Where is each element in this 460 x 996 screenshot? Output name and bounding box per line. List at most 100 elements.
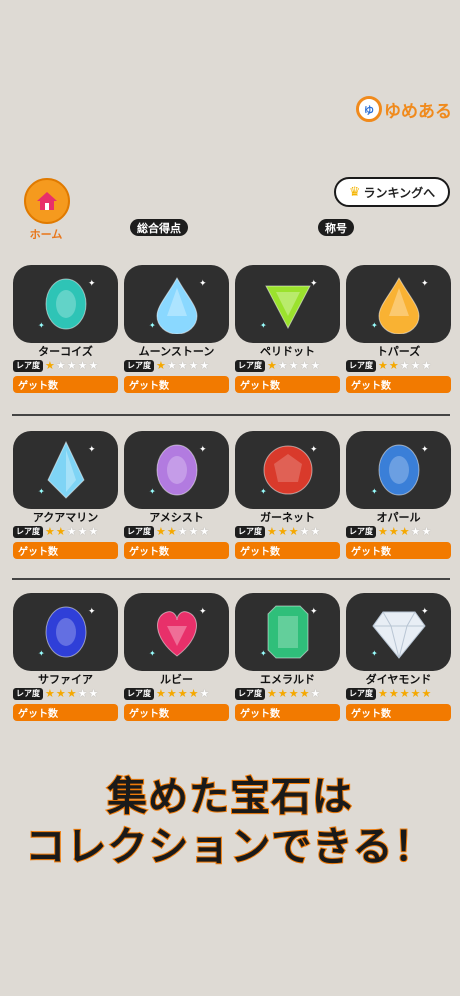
gem-card[interactable]: ✦ ✦ ルビー レア度 ★ ★ ★ ★ ★ ゲット数	[124, 593, 229, 721]
gem-card[interactable]: ✦ ✦ ターコイズ レア度 ★ ★ ★ ★ ★ ゲット数	[13, 265, 118, 393]
svg-text:✦: ✦	[310, 607, 318, 617]
gem-card[interactable]: ✦ ✦ アメシスト レア度 ★ ★ ★ ★ ★ ゲット数	[124, 431, 229, 559]
star-icon: ★	[45, 525, 55, 538]
rarity-row: レア度 ★ ★ ★ ★ ★	[235, 687, 340, 701]
star-icon: ★	[88, 359, 99, 372]
svg-text:✦: ✦	[88, 607, 96, 617]
gem-card[interactable]: ✦ ✦ ダイヤモンド レア度 ★ ★ ★ ★ ★ ゲット数	[346, 593, 451, 721]
rarity-row: レア度 ★ ★ ★ ★ ★	[235, 359, 340, 373]
star-icon: ★	[378, 359, 388, 372]
rarity-label: レア度	[235, 526, 265, 538]
app-logo: ゆ ゆめある	[356, 96, 452, 122]
star-icon: ★	[45, 687, 55, 700]
gem-name: ルビー	[160, 673, 193, 686]
star-icon: ★	[177, 359, 188, 372]
star-icon: ★	[388, 359, 399, 372]
gem-card[interactable]: ✦ ✦ サファイア レア度 ★ ★ ★ ★ ★ ゲット数	[13, 593, 118, 721]
gem-card[interactable]: ✦ ✦ ペリドット レア度 ★ ★ ★ ★ ★ ゲット数	[235, 265, 340, 393]
rarity-stars: ★ ★ ★ ★ ★	[156, 360, 209, 372]
gem-card[interactable]: ✦ ✦ ガーネット レア度 ★ ★ ★ ★ ★ ゲット数	[235, 431, 340, 559]
home-icon	[24, 178, 70, 224]
svg-text:✦: ✦	[310, 279, 318, 289]
gem-image: ✦ ✦	[346, 431, 451, 509]
home-button[interactable]: ホーム	[24, 178, 70, 242]
rarity-stars: ★ ★ ★ ★ ★	[267, 360, 320, 372]
svg-text:✦: ✦	[149, 321, 156, 330]
rarity-stars: ★ ★ ★ ★ ★	[45, 360, 98, 372]
star-icon: ★	[88, 525, 99, 538]
star-icon: ★	[188, 687, 199, 700]
rarity-row: レア度 ★ ★ ★ ★ ★	[235, 525, 340, 539]
get-count-bar: ゲット数	[346, 704, 451, 721]
ranking-label: ランキングへ	[363, 185, 436, 200]
get-count-bar: ゲット数	[124, 542, 229, 559]
get-count-bar: ゲット数	[346, 542, 451, 559]
crown-icon: ♛	[348, 184, 361, 200]
rarity-label: レア度	[346, 688, 376, 700]
get-count-bar: ゲット数	[124, 704, 229, 721]
svg-text:✦: ✦	[371, 649, 378, 658]
star-icon: ★	[188, 359, 199, 372]
gem-name: アメシスト	[149, 511, 204, 524]
star-icon: ★	[166, 687, 177, 700]
get-count-bar: ゲット数	[235, 704, 340, 721]
star-icon: ★	[288, 525, 299, 538]
star-icon: ★	[66, 525, 77, 538]
star-icon: ★	[156, 359, 166, 372]
svg-text:✦: ✦	[199, 445, 207, 455]
star-icon: ★	[55, 359, 66, 372]
star-icon: ★	[199, 687, 210, 700]
gem-name: ガーネット	[260, 511, 315, 524]
rarity-label: レア度	[13, 688, 43, 700]
star-icon: ★	[66, 359, 77, 372]
star-icon: ★	[166, 525, 177, 538]
star-icon: ★	[45, 359, 55, 372]
logo-text: ゆめある	[384, 101, 452, 122]
rarity-label: レア度	[346, 360, 376, 372]
star-icon: ★	[421, 687, 432, 700]
star-icon: ★	[421, 359, 432, 372]
star-icon: ★	[388, 687, 399, 700]
ranking-button[interactable]: ♛ ランキングへ	[334, 177, 450, 207]
gem-image: ✦ ✦	[13, 593, 118, 671]
home-label: ホーム	[29, 228, 63, 241]
gem-image: ✦ ✦	[235, 431, 340, 509]
gem-image: ✦ ✦	[346, 593, 451, 671]
get-count-bar: ゲット数	[13, 542, 118, 559]
gem-name: ターコイズ	[38, 345, 93, 358]
row-divider	[12, 578, 450, 580]
rarity-row: レア度 ★ ★ ★ ★ ★	[346, 525, 451, 539]
star-icon: ★	[388, 525, 399, 538]
get-count-bar: ゲット数	[346, 376, 451, 393]
rarity-label: レア度	[124, 688, 154, 700]
gem-image: ✦ ✦	[124, 431, 229, 509]
star-icon: ★	[399, 525, 410, 538]
svg-text:✦: ✦	[260, 649, 267, 658]
rarity-label: レア度	[13, 526, 43, 538]
rarity-label: レア度	[124, 360, 154, 372]
gem-card[interactable]: ✦ ✦ トパーズ レア度 ★ ★ ★ ★ ★ ゲット数	[346, 265, 451, 393]
rarity-row: レア度 ★ ★ ★ ★ ★	[13, 525, 118, 539]
gem-name: エメラルド	[260, 673, 315, 686]
star-icon: ★	[156, 525, 166, 538]
star-icon: ★	[288, 687, 299, 700]
star-icon: ★	[410, 525, 421, 538]
gem-card[interactable]: ✦ ✦ エメラルド レア度 ★ ★ ★ ★ ★ ゲット数	[235, 593, 340, 721]
svg-text:✦: ✦	[371, 487, 378, 496]
promo-line-2: コレクションできる！	[24, 823, 435, 871]
rarity-label: レア度	[235, 360, 265, 372]
star-icon: ★	[399, 359, 410, 372]
star-icon: ★	[410, 687, 421, 700]
get-count-bar: ゲット数	[235, 376, 340, 393]
gem-name: ムーンストーン	[138, 345, 215, 358]
svg-text:✦: ✦	[421, 445, 429, 455]
star-icon: ★	[188, 525, 199, 538]
rarity-label: レア度	[346, 526, 376, 538]
star-icon: ★	[310, 687, 321, 700]
star-icon: ★	[421, 525, 432, 538]
gem-card[interactable]: ✦ ✦ ムーンストーン レア度 ★ ★ ★ ★ ★ ゲット数	[124, 265, 229, 393]
gem-image: ✦ ✦	[124, 265, 229, 343]
svg-text:✦: ✦	[149, 487, 156, 496]
gem-card[interactable]: ✦ ✦ オパール レア度 ★ ★ ★ ★ ★ ゲット数	[346, 431, 451, 559]
gem-card[interactable]: ✦ ✦ アクアマリン レア度 ★ ★ ★ ★ ★ ゲット数	[13, 431, 118, 559]
